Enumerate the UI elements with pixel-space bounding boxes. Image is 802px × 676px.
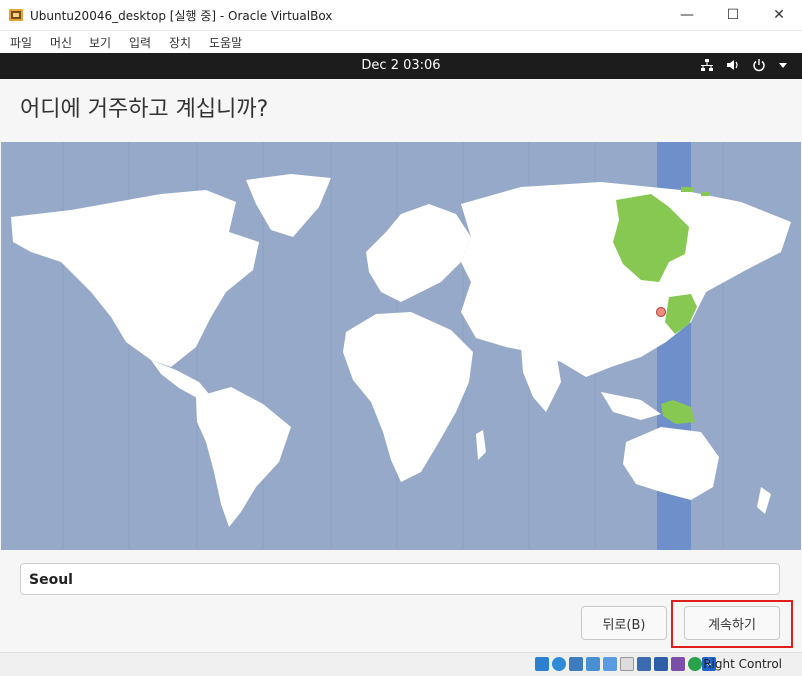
installer-page: 어디에 거주하고 계십니까? Seoul 뒤로(B) 계속하기 [0,79,802,652]
maximize-button[interactable]: ☐ [710,0,756,30]
menu-input[interactable]: 입력 [129,34,151,51]
menu-bar: 파일 머신 보기 입력 장치 도움말 [0,31,802,52]
chevron-down-icon[interactable] [778,58,788,72]
host-key-label: Right Control [703,657,782,671]
network-adapter-icon[interactable] [586,657,600,671]
network-icon[interactable] [700,58,714,72]
page-title: 어디에 거주하고 계십니까? [20,97,269,122]
world-map-graphic[interactable] [1,142,801,550]
vt-x-icon[interactable] [671,657,685,671]
minimize-button[interactable]: — [664,0,710,30]
timezone-map[interactable] [1,142,801,550]
mouse-integration-icon[interactable] [688,657,702,671]
back-button[interactable]: 뒤로(B) [581,606,667,640]
hard-disk-icon[interactable] [535,657,549,671]
system-tray[interactable] [700,58,788,72]
recording-icon[interactable] [654,657,668,671]
window-titlebar: Ubuntu20046_desktop [실행 중] - Oracle Virt… [0,0,802,31]
menu-devices[interactable]: 장치 [169,34,191,51]
continue-highlight-annotation [671,600,793,648]
close-button[interactable]: ✕ [756,0,802,30]
menu-file[interactable]: 파일 [10,34,32,51]
power-icon[interactable] [752,58,766,72]
gnome-top-bar: Dec 2 03:06 [0,53,802,79]
audio-icon[interactable] [569,657,583,671]
timezone-input[interactable]: Seoul [20,563,780,595]
shared-folder-icon[interactable] [620,657,634,671]
menu-machine[interactable]: 머신 [50,34,72,51]
seoul-location-marker [656,307,666,317]
menu-help[interactable]: 도움말 [209,34,242,51]
usb-icon[interactable] [603,657,617,671]
display-icon[interactable] [637,657,651,671]
virtualbox-app-icon [9,9,23,21]
window-title: Ubuntu20046_desktop [실행 중] - Oracle Virt… [30,9,333,23]
device-status-icons [535,657,702,671]
menu-view[interactable]: 보기 [89,34,111,51]
clock[interactable]: Dec 2 03:06 [0,58,802,73]
volume-icon[interactable] [726,58,740,72]
virtualbox-status-bar: ↓ Right Control [0,652,802,676]
optical-drive-icon[interactable] [552,657,566,671]
